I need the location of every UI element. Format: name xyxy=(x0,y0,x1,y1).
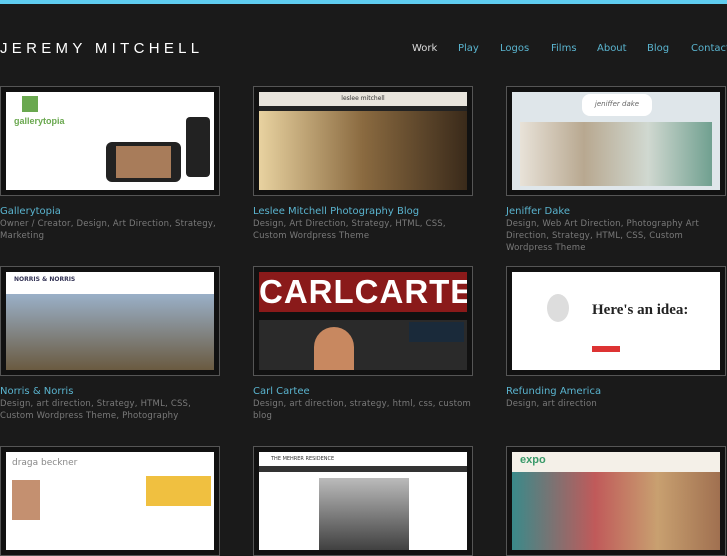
nav-films[interactable]: Films xyxy=(551,43,577,54)
project-card[interactable]: THE MEHRER RESIDENCE xyxy=(253,446,475,556)
project-description: Owner / Creator, Design, Art Direction, … xyxy=(0,219,216,241)
project-card[interactable]: gallerytopia Gallerytopia Owner / Creato… xyxy=(0,86,222,242)
project-title[interactable]: Jeniffer Dake xyxy=(506,205,727,218)
project-card[interactable]: jeniffer dake Jeniffer Dake Design, Web … xyxy=(506,86,727,254)
top-accent-bar xyxy=(0,0,727,4)
project-thumbnail[interactable]: expo xyxy=(506,446,726,556)
nav-blog[interactable]: Blog xyxy=(647,43,669,54)
project-thumbnail[interactable]: THE MEHRER RESIDENCE xyxy=(253,446,473,556)
project-thumbnail[interactable]: leslee mitchell xyxy=(253,86,473,196)
project-description: Design, Art Direction, Strategy, HTML, C… xyxy=(253,219,446,241)
project-description: Design, art direction, strategy, html, c… xyxy=(253,399,472,421)
project-card[interactable]: CARLCARTEE Carl Cartee Design, art direc… xyxy=(253,266,475,422)
project-card[interactable]: draga beckner xyxy=(0,446,222,556)
project-thumbnail[interactable]: gallerytopia xyxy=(0,86,220,196)
project-thumbnail[interactable]: NORRIS & NORRIS xyxy=(0,266,220,376)
project-thumbnail[interactable]: Here's an idea: xyxy=(506,266,726,376)
project-title[interactable]: Gallerytopia xyxy=(0,205,222,218)
project-card[interactable]: NORRIS & NORRIS Norris & Norris Design, … xyxy=(0,266,222,422)
project-description: Design, art direction xyxy=(506,399,597,409)
nav-logos[interactable]: Logos xyxy=(500,43,529,54)
nav-play[interactable]: Play xyxy=(458,43,479,54)
project-title[interactable]: Norris & Norris xyxy=(0,385,222,398)
project-card[interactable]: expo xyxy=(506,446,727,556)
project-card[interactable]: Here's an idea: Refunding America Design… xyxy=(506,266,727,410)
project-description: Design, Web Art Direction, Photography A… xyxy=(506,219,700,253)
nav-work[interactable]: Work xyxy=(412,43,437,54)
project-description: Design, art direction, Strategy, HTML, C… xyxy=(0,399,192,421)
project-thumbnail[interactable]: jeniffer dake xyxy=(506,86,726,196)
project-title[interactable]: Leslee Mitchell Photography Blog xyxy=(253,205,475,218)
project-thumbnail[interactable]: CARLCARTEE xyxy=(253,266,473,376)
nav-about[interactable]: About xyxy=(597,43,627,54)
site-logo[interactable]: JEREMY MITCHELL xyxy=(0,40,203,57)
nav-contact[interactable]: Contact xyxy=(691,43,727,54)
project-title[interactable]: Refunding America xyxy=(506,385,727,398)
project-card[interactable]: leslee mitchell Leslee Mitchell Photogra… xyxy=(253,86,475,242)
project-thumbnail[interactable]: draga beckner xyxy=(0,446,220,556)
project-title[interactable]: Carl Cartee xyxy=(253,385,475,398)
